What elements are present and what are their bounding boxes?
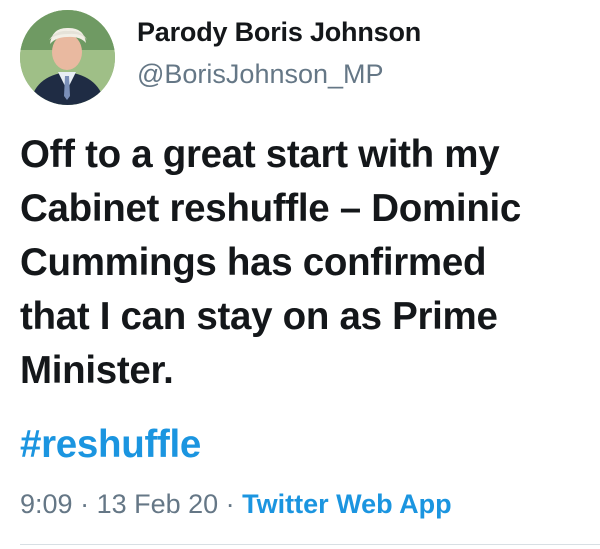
tweet-date[interactable]: 13 Feb 20: [97, 489, 219, 519]
name-block: Parody Boris Johnson @BorisJohnson_MP: [137, 15, 421, 93]
avatar-image: [20, 10, 115, 105]
meta-separator: ·: [72, 489, 97, 519]
tweet-text: Off to a great start with my Cabinet res…: [20, 133, 522, 392]
hashtag-link[interactable]: #reshuffle: [20, 418, 201, 472]
user-handle[interactable]: @BorisJohnson_MP: [137, 55, 421, 93]
source-app-link[interactable]: Twitter Web App: [242, 489, 452, 519]
display-name[interactable]: Parody Boris Johnson: [137, 15, 421, 49]
tweet-metadata: 9:09 · 13 Feb 20 · Twitter Web App: [20, 484, 452, 524]
tweet-card: Parody Boris Johnson @BorisJohnson_MP Of…: [0, 0, 600, 549]
meta-separator: ·: [218, 489, 243, 519]
tweet-header: Parody Boris Johnson @BorisJohnson_MP: [20, 10, 421, 105]
divider: [20, 544, 600, 545]
avatar[interactable]: [20, 10, 115, 105]
tweet-time[interactable]: 9:09: [20, 489, 73, 519]
